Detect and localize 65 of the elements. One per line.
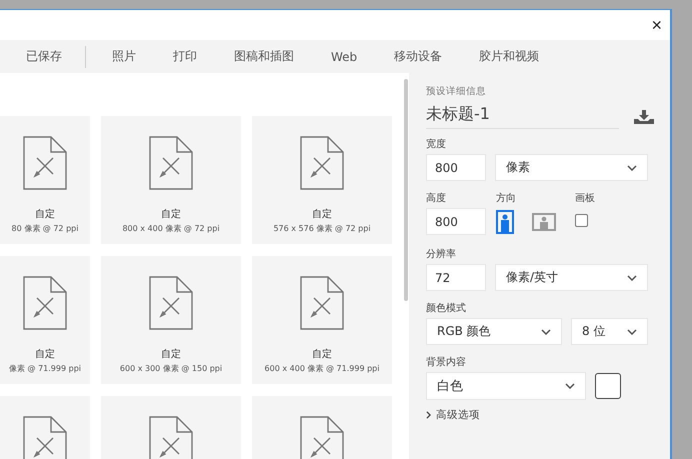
preset-title: 自定 xyxy=(161,208,181,221)
bit-depth-dropdown[interactable]: 8 位 xyxy=(571,318,648,345)
preset-title: 自定 xyxy=(161,348,181,361)
preset-size: 像素 @ 71.999 ppi xyxy=(9,363,81,374)
chevron-down-icon xyxy=(627,274,637,280)
preset-card[interactable]: 自定 600 x 300 像素 @ 150 ppi xyxy=(101,256,241,384)
chevron-down-icon xyxy=(627,328,637,334)
color-swatch[interactable] xyxy=(595,373,621,399)
scrollbar[interactable] xyxy=(404,79,408,301)
document-icon xyxy=(300,416,344,459)
preset-tab[interactable]: 胶片和视频 xyxy=(467,44,552,69)
portrait-icon[interactable] xyxy=(496,210,514,234)
preset-tab[interactable]: 打印 xyxy=(161,44,209,69)
field-label: 宽度 xyxy=(426,138,446,151)
preset-size: 600 x 300 像素 @ 150 ppi xyxy=(120,363,222,374)
document-icon xyxy=(149,136,193,190)
advanced-options-toggle[interactable]: 高级选项 xyxy=(426,408,480,422)
background-dropdown[interactable]: 白色 xyxy=(426,372,586,400)
chevron-right-icon xyxy=(426,411,431,419)
preset-card[interactable]: 自定 576 x 576 像素 @ 72 ppi xyxy=(252,116,392,244)
unit-dropdown[interactable]: 像素 xyxy=(495,154,648,181)
color-mode-dropdown[interactable]: RGB 颜色 xyxy=(426,318,562,345)
document-icon xyxy=(149,416,193,459)
preset-title: 自定 xyxy=(312,208,332,221)
resolution-field[interactable]: 72 xyxy=(426,264,486,291)
download-icon[interactable] xyxy=(634,110,654,124)
resolution-unit-dropdown[interactable]: 像素/英寸 xyxy=(495,264,648,291)
document-name-field[interactable]: 未标题-1 xyxy=(426,104,619,129)
document-icon xyxy=(149,276,193,330)
document-icon xyxy=(300,136,344,190)
chevron-down-icon xyxy=(541,328,551,334)
field-label: 高度 xyxy=(426,192,446,205)
preset-tab[interactable]: 已保存 xyxy=(14,44,74,69)
field-label: 背景内容 xyxy=(426,356,466,369)
preset-title: 自定 xyxy=(35,208,55,221)
document-icon xyxy=(23,276,67,330)
preset-size: 80 像素 @ 72 ppi xyxy=(12,223,78,234)
preset-card[interactable]: 自定 80 像素 @ 72 ppi xyxy=(0,116,90,244)
document-icon xyxy=(300,276,344,330)
preset-tab[interactable]: 移动设备 xyxy=(382,44,454,69)
preset-card[interactable]: 自定 600 x 400 像素 @ 71.999 ppi xyxy=(252,256,392,384)
preset-size: 600 x 400 像素 @ 71.999 ppi xyxy=(264,363,380,374)
preset-card[interactable]: 自定 像素 @ 71.999 ppi xyxy=(0,256,90,384)
preset-title: 自定 xyxy=(35,348,55,361)
field-label: 画板 xyxy=(575,192,595,205)
chevron-down-icon xyxy=(565,383,575,389)
field-label: 分辨率 xyxy=(426,248,456,261)
width-field[interactable]: 800 xyxy=(426,154,486,181)
field-label: 方向 xyxy=(496,192,516,205)
document-icon xyxy=(23,416,67,459)
preset-tab[interactable]: Web xyxy=(319,46,370,68)
preset-size: 576 x 576 像素 @ 72 ppi xyxy=(273,223,371,234)
close-button[interactable]: × xyxy=(647,14,666,36)
field-label: 颜色模式 xyxy=(426,302,466,315)
preset-title: 自定 xyxy=(312,348,332,361)
height-field[interactable]: 800 xyxy=(426,208,486,235)
landscape-icon[interactable] xyxy=(532,212,556,230)
preset-card[interactable]: 自定 800 x 400 像素 @ 72 ppi xyxy=(101,116,241,244)
document-icon xyxy=(23,136,67,190)
preset-size: 800 x 400 像素 @ 72 ppi xyxy=(122,223,220,234)
section-heading: 预设详细信息 xyxy=(426,85,486,98)
preset-tab[interactable]: 照片 xyxy=(100,44,148,69)
preset-tab[interactable]: 图稿和插图 xyxy=(222,44,306,69)
artboard-checkbox[interactable] xyxy=(575,214,588,227)
chevron-down-icon xyxy=(627,164,637,170)
